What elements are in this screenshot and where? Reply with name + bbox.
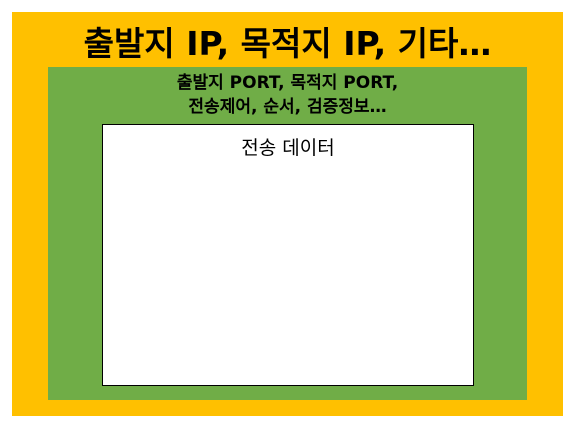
transport-header-layer: 출발지 PORT, 목적지 PORT, 전송제어, 순서, 검증정보… 전송 데… bbox=[48, 67, 527, 400]
payload-data-label: 전송 데이터 bbox=[241, 137, 335, 159]
ip-header-label: 출발지 IP, 목적지 IP, 기타… bbox=[83, 24, 492, 63]
ip-header-layer: 출발지 IP, 목적지 IP, 기타… 출발지 PORT, 목적지 PORT, … bbox=[12, 12, 563, 416]
transport-header-label: 출발지 PORT, 목적지 PORT, 전송제어, 순서, 검증정보… bbox=[48, 71, 527, 119]
transport-header-label-line2: 전송제어, 순서, 검증정보… bbox=[188, 97, 387, 117]
transport-header-label-line1: 출발지 PORT, 목적지 PORT, bbox=[176, 73, 399, 93]
payload-data-box: 전송 데이터 bbox=[102, 124, 474, 386]
